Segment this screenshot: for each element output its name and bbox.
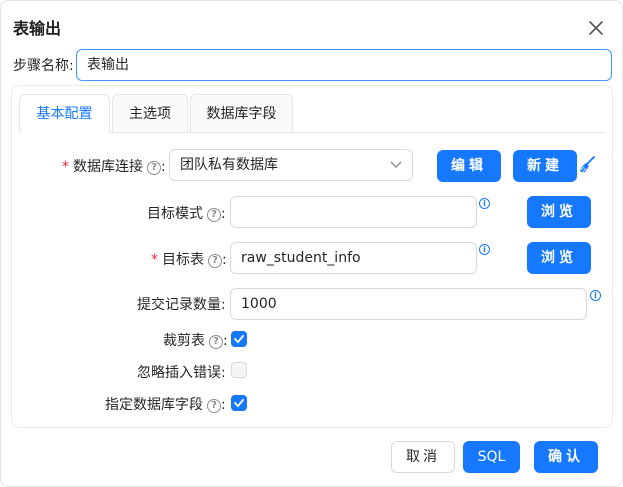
close-icon[interactable]: [586, 18, 606, 38]
specify-fields-checkbox[interactable]: [231, 395, 247, 411]
help-circle-icon[interactable]: ?: [147, 161, 161, 175]
check-icon: [234, 399, 244, 408]
schema-input[interactable]: [230, 196, 477, 228]
info-circle-icon[interactable]: i: [479, 244, 490, 255]
info-circle-icon[interactable]: i: [479, 198, 490, 209]
commit-size-input[interactable]: 1000: [230, 288, 587, 320]
tab-main-options[interactable]: 主选项: [112, 94, 188, 133]
help-circle-icon[interactable]: ?: [207, 208, 221, 222]
confirm-button[interactable]: 确认: [534, 441, 598, 473]
truncate-checkbox[interactable]: [231, 331, 247, 347]
help-circle-icon[interactable]: ?: [208, 254, 222, 268]
info-circle-icon[interactable]: i: [590, 290, 601, 301]
specify-fields-label: 指定数据库字段?:: [105, 397, 226, 413]
chevron-down-icon: [390, 161, 402, 168]
edit-connection-button[interactable]: 编辑: [437, 150, 501, 182]
truncate-label: 裁剪表?:: [163, 333, 228, 349]
tab-basic-config[interactable]: 基本配置: [19, 94, 110, 133]
connection-label: * 数据库连接?:: [62, 159, 166, 175]
dialog-title: 表输出: [13, 19, 62, 38]
step-name-label: 步骤名称:: [13, 58, 74, 74]
sql-button[interactable]: SQL: [463, 441, 520, 473]
check-icon: [234, 335, 244, 344]
help-circle-icon[interactable]: ?: [209, 335, 223, 349]
ignore-errors-label: 忽略插入错误:: [137, 365, 226, 381]
help-circle-icon[interactable]: ?: [207, 399, 221, 413]
schema-label: 目标模式?:: [147, 206, 226, 222]
new-connection-button[interactable]: 新建: [513, 150, 577, 182]
connection-select-value: 团队私有数据库: [180, 157, 278, 173]
tab-db-fields[interactable]: 数据库字段: [190, 94, 293, 133]
connection-select[interactable]: 团队私有数据库: [169, 149, 413, 181]
table-input[interactable]: raw_student_info: [230, 242, 477, 274]
cancel-button[interactable]: 取消: [391, 441, 455, 473]
table-output-dialog: 表输出 步骤名称: 表输出 基本配置 主选项 数据库字段 * 数据库连接?: 团队…: [0, 0, 623, 487]
step-name-input[interactable]: 表输出: [76, 49, 612, 81]
commit-size-label: 提交记录数量:: [137, 297, 226, 313]
browse-schema-button[interactable]: 浏览: [527, 196, 591, 228]
table-label: * 目标表?:: [151, 252, 227, 268]
ignore-errors-checkbox[interactable]: [231, 362, 247, 378]
browse-table-button[interactable]: 浏览: [527, 242, 591, 274]
broom-icon[interactable]: [578, 156, 596, 178]
